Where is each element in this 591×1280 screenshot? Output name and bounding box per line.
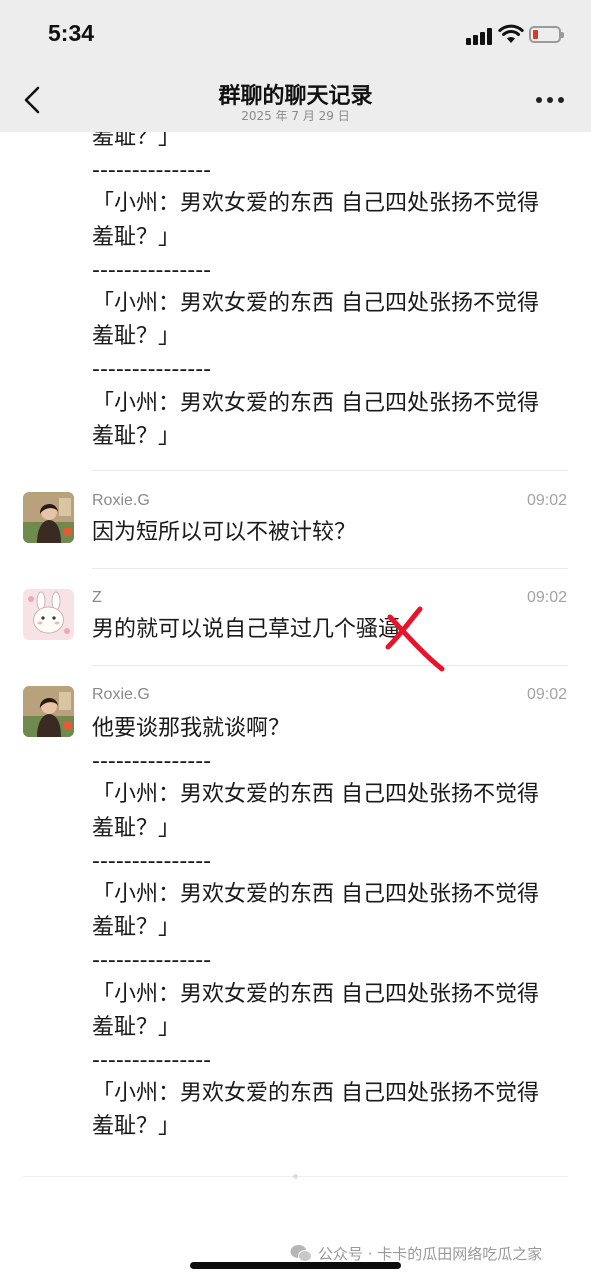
red-cross-mark <box>385 606 445 672</box>
quote-separator: --------------- <box>92 749 212 774</box>
quote-separator: --------------- <box>92 258 212 283</box>
message-text: 羞耻？」 <box>92 1114 181 1139</box>
message-divider <box>92 470 568 471</box>
quote-separator: --------------- <box>92 1048 212 1073</box>
watermark-text: 公众号 · 卡卡的瓜田网络吃瓜之家 <box>318 1244 543 1263</box>
message-text: 男的就可以说自己草过几个骚逼 <box>92 617 401 642</box>
quote-separator: --------------- <box>92 357 212 382</box>
message-text: 羞耻？」 <box>92 1015 181 1040</box>
message-time: 09:02 <box>526 686 567 703</box>
message-time: 09:02 <box>526 492 567 509</box>
message-divider <box>92 568 568 569</box>
sender-name: Z <box>92 589 102 606</box>
nav-bar: 群聊的聊天记录 2025 年 7 月 29 日 <box>0 70 591 132</box>
message-text: 羞耻？」 <box>92 225 181 250</box>
message-text: 「小州：男欢女爱的东西 自己四处张扬不觉得 <box>92 391 539 416</box>
message-text: 羞耻？」 <box>92 324 181 349</box>
message-text: 羞耻？」 <box>92 424 181 449</box>
divider-dot <box>293 1174 298 1179</box>
message-text: 因为短所以可以不被计较？ <box>92 520 357 545</box>
message-text: 「小州：男欢女爱的东西 自己四处张扬不觉得 <box>92 882 539 907</box>
message-time: 09:02 <box>526 589 567 606</box>
home-indicator <box>190 1262 401 1269</box>
wechat-icon <box>290 1244 312 1262</box>
avatar[interactable] <box>23 589 74 640</box>
message-text: 「小州：男欢女爱的东西 自己四处张扬不觉得 <box>92 782 539 807</box>
message-text: 「小州：男欢女爱的东西 自己四处张扬不觉得 <box>92 1081 539 1106</box>
message-text: 「小州：男欢女爱的东西 自己四处张扬不觉得 <box>92 291 539 316</box>
message-text: 他要谈那我就谈啊？ <box>92 716 291 741</box>
message-divider <box>92 665 568 666</box>
sender-name: Roxie.G <box>92 686 150 703</box>
sender-name: Roxie.G <box>92 492 150 509</box>
message-text: 「小州：男欢女爱的东西 自己四处张扬不觉得 <box>92 982 539 1007</box>
quote-separator: --------------- <box>92 948 212 973</box>
page-title: 群聊的聊天记录 <box>218 84 373 109</box>
page-subtitle: 2025 年 7 月 29 日 <box>241 109 350 123</box>
avatar[interactable] <box>23 686 74 737</box>
avatar[interactable] <box>23 492 74 543</box>
more-icon[interactable] <box>536 97 566 105</box>
quote-separator: --------------- <box>92 849 212 874</box>
message-text: 羞耻？」 <box>92 816 181 841</box>
message-text: 「小州：男欢女爱的东西 自己四处张扬不觉得 <box>92 191 539 216</box>
chat-history[interactable]: 羞耻？」 --------------- 「小州：男欢女爱的东西 自己四处张扬不觉得… <box>0 0 591 1280</box>
quote-separator: --------------- <box>92 158 212 183</box>
message-text: 羞耻？」 <box>92 915 181 940</box>
